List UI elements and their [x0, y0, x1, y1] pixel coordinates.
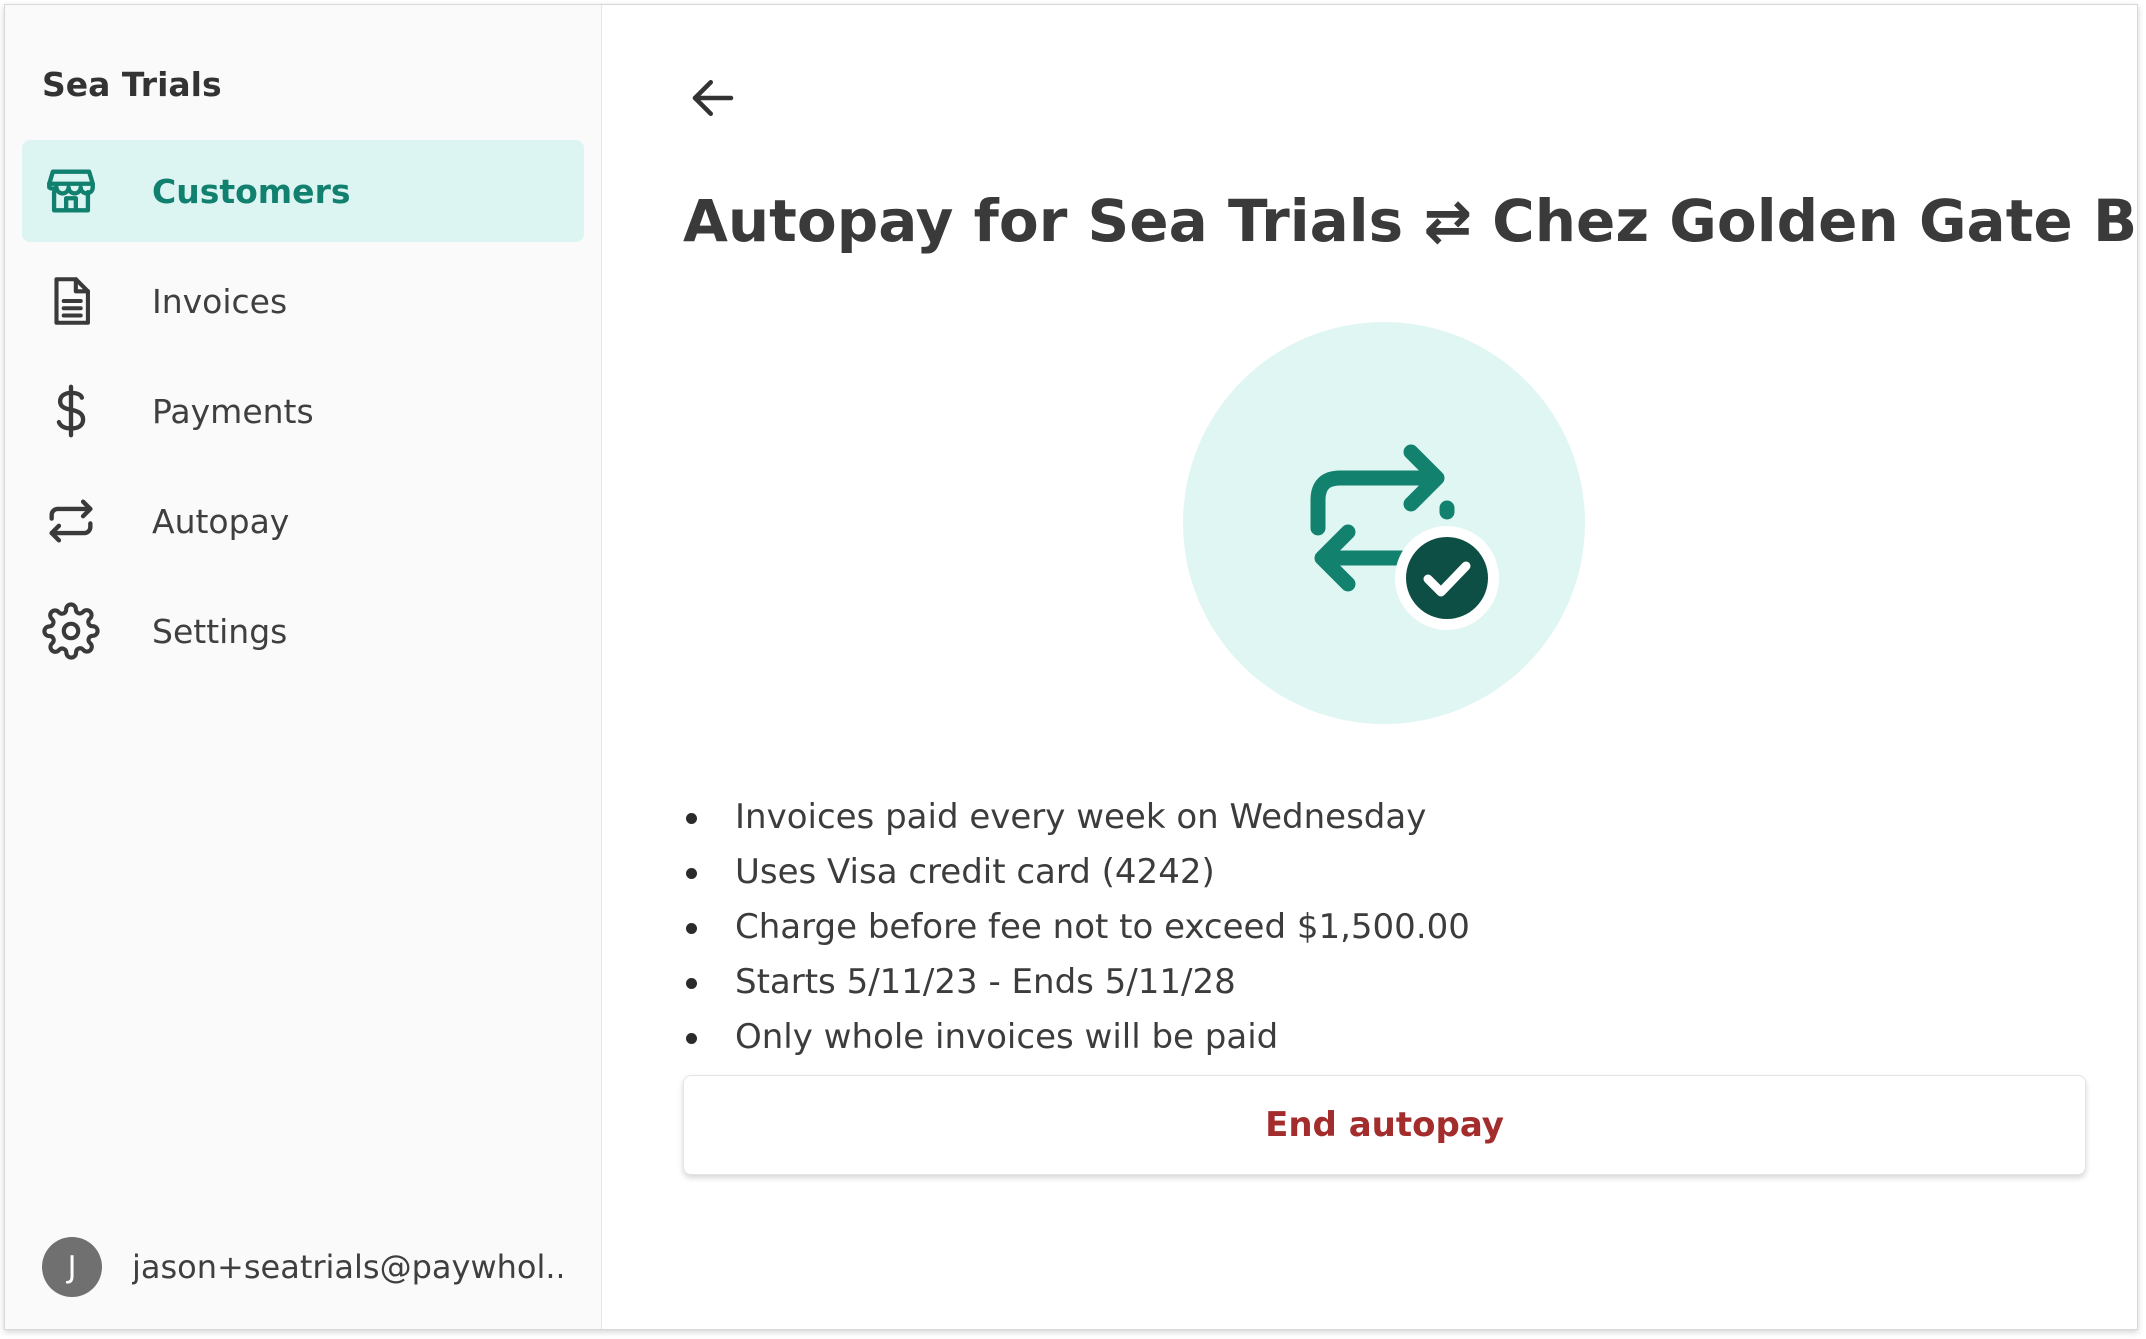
list-item: Invoices paid every week on Wednesday — [683, 790, 1470, 845]
sidebar-nav: Customers Invoices Payments Autopay Sett… — [22, 140, 584, 690]
sidebar-item-label: Invoices — [152, 281, 288, 321]
list-item: Charge before fee not to exceed $1,500.0… — [683, 900, 1470, 955]
dollar-icon — [42, 382, 100, 440]
gear-icon — [42, 602, 100, 660]
list-item: Only whole invoices will be paid — [683, 1010, 1470, 1065]
arrow-left-icon — [692, 80, 734, 116]
back-button[interactable] — [686, 71, 740, 125]
sidebar-item-label: Autopay — [152, 501, 290, 541]
storefront-icon — [42, 162, 100, 220]
sidebar-item-autopay[interactable]: Autopay — [22, 470, 584, 572]
user-email: jason+seatrials@paywhol... — [132, 1248, 562, 1286]
app-window: Sea Trials Customers Invoices Payments A… — [4, 4, 2138, 1330]
autopay-details-list: Invoices paid every week on Wednesday Us… — [683, 790, 1470, 1065]
autopay-active-icon — [1183, 322, 1585, 724]
list-item: Starts 5/11/23 - Ends 5/11/28 — [683, 955, 1470, 1010]
list-item: Uses Visa credit card (4242) — [683, 845, 1470, 900]
brand-name: Sea Trials — [42, 65, 222, 104]
end-autopay-button[interactable]: End autopay — [683, 1075, 2086, 1175]
sidebar-item-label: Settings — [152, 611, 288, 651]
sidebar-item-label: Customers — [152, 171, 351, 211]
sidebar-item-label: Payments — [152, 391, 314, 431]
sidebar-item-settings[interactable]: Settings — [22, 580, 584, 682]
avatar: J — [42, 1237, 102, 1297]
sidebar-item-customers[interactable]: Customers — [22, 140, 584, 242]
document-icon — [42, 272, 100, 330]
sidebar-item-payments[interactable]: Payments — [22, 360, 584, 462]
end-autopay-label: End autopay — [1265, 1105, 1504, 1145]
sidebar: Sea Trials Customers Invoices Payments A… — [5, 5, 602, 1329]
page-title: Autopay for Sea Trials ⇄ Chez Golden Gat… — [683, 187, 2138, 255]
repeat-arrows-icon — [42, 492, 100, 550]
sidebar-item-invoices[interactable]: Invoices — [22, 250, 584, 352]
user-account[interactable]: J jason+seatrials@paywhol... — [42, 1237, 562, 1297]
